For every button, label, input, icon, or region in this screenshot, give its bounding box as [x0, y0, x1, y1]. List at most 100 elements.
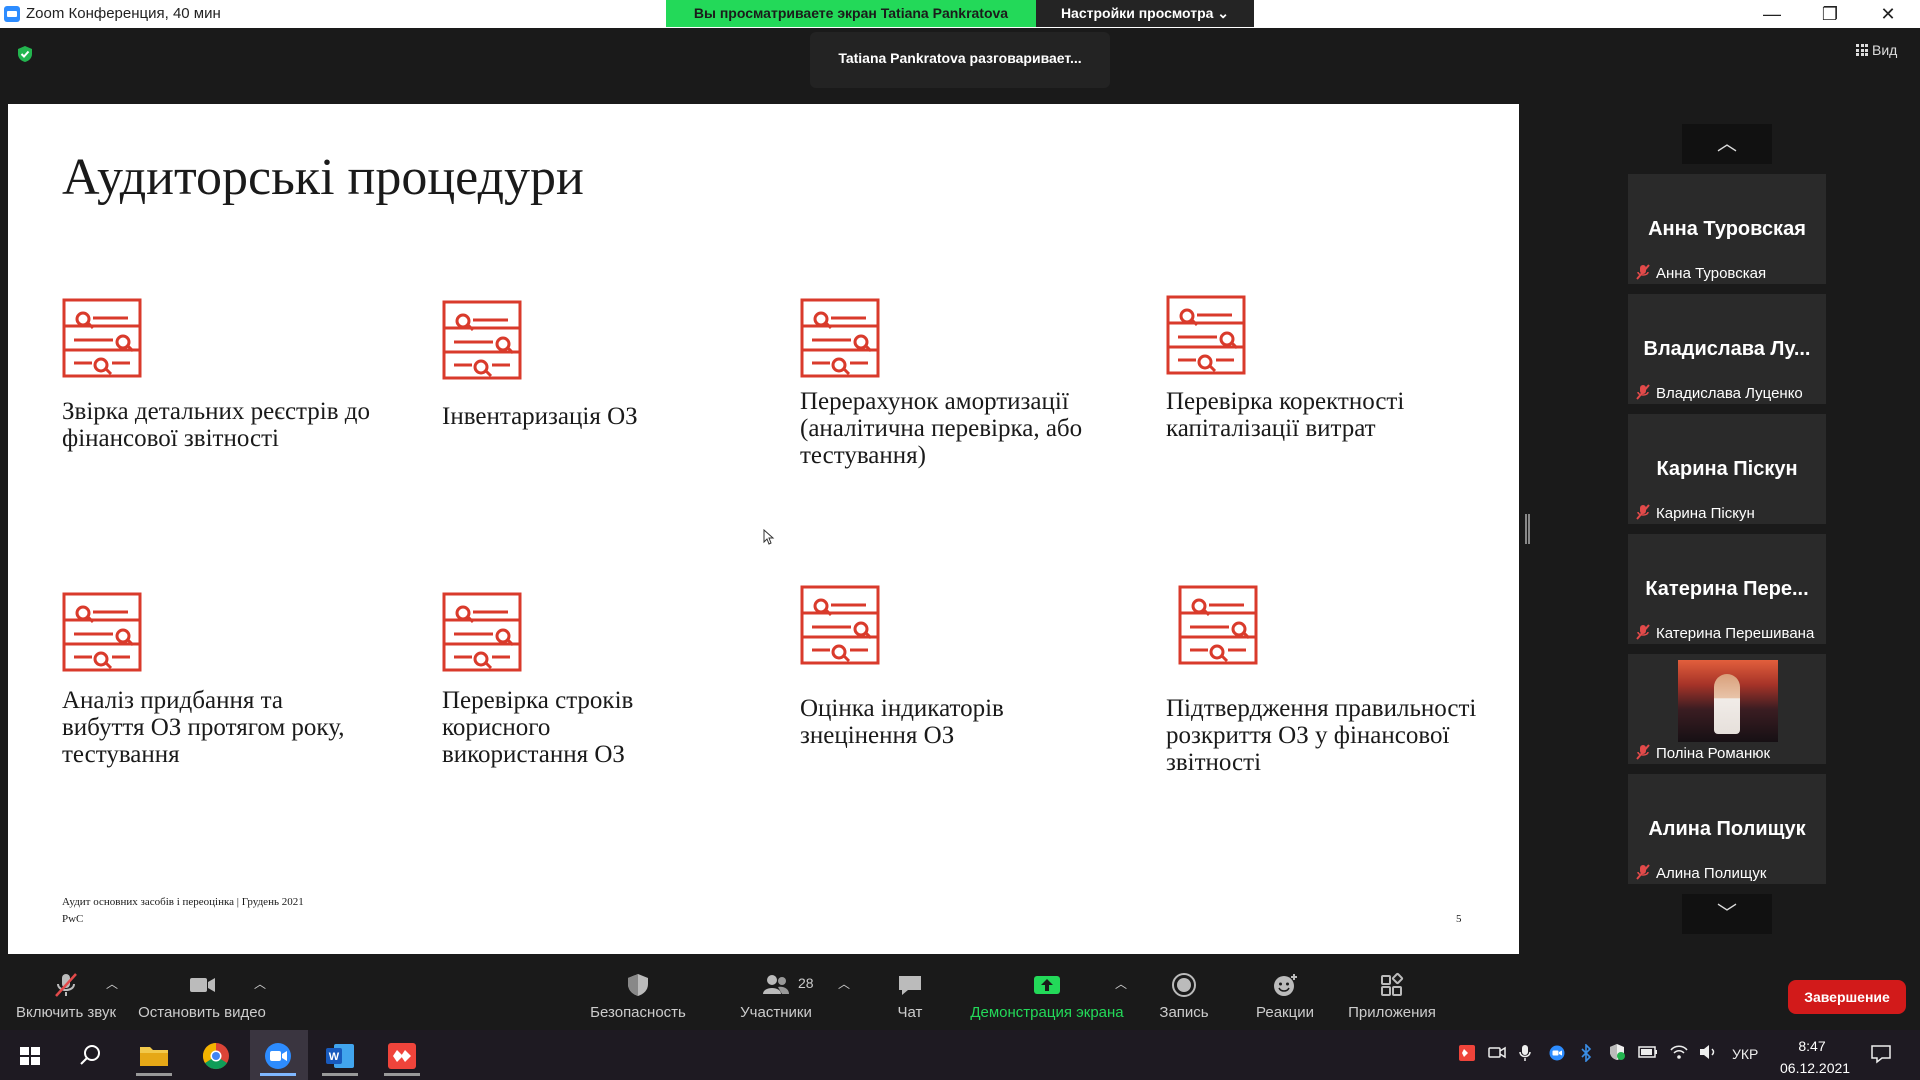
word-icon[interactable]: W	[318, 1036, 362, 1076]
reactions-label: Реакции	[1256, 1004, 1314, 1021]
chrome-icon[interactable]	[194, 1036, 238, 1076]
participant-display-name: Владислава Лу...	[1643, 338, 1811, 360]
notifications-icon[interactable]	[1870, 1044, 1892, 1064]
security-button[interactable]: Безопасность	[588, 972, 688, 1021]
panel-resize-handle[interactable]	[1525, 514, 1530, 544]
zoom-tray-icon[interactable]	[1548, 1045, 1566, 1061]
stop-video-button[interactable]: Остановить видео	[138, 972, 266, 1021]
procedure-text: Звірка детальних реєстрів до фінансової …	[62, 398, 371, 452]
anydesk-tray-icon[interactable]	[1458, 1044, 1476, 1062]
search-list-icon	[800, 585, 880, 665]
muted-mic-icon	[1636, 384, 1650, 400]
svg-text:W: W	[329, 1051, 340, 1063]
procedure-text: Підтвердження правильності розкриття ОЗ …	[1166, 695, 1477, 776]
participant-display-name: Карина Піскун	[1656, 458, 1798, 480]
procedure-text: Інвентаризація ОЗ	[442, 403, 638, 430]
record-label: Запись	[1159, 1004, 1209, 1021]
video-camera-icon	[190, 978, 215, 992]
share-options-chevron-icon[interactable]: ︿	[1115, 975, 1127, 992]
participant-display-name: Катерина Пере...	[1645, 578, 1809, 600]
zoom-taskbar-icon[interactable]	[256, 1036, 300, 1076]
share-screen-button[interactable]: Демонстрация экрана	[968, 972, 1126, 1021]
participant-name-label: Владислава Луценко	[1656, 385, 1803, 402]
search-icon[interactable]	[68, 1036, 112, 1076]
muted-mic-icon	[1636, 744, 1650, 760]
shield-icon	[628, 974, 648, 996]
muted-mic-icon	[1636, 504, 1650, 520]
participant-tile[interactable]: Владислава Лу... Владислава Луценко	[1628, 294, 1826, 404]
windows-security-tray-icon[interactable]	[1608, 1043, 1626, 1061]
stop-video-label: Остановить видео	[138, 1004, 266, 1021]
apps-button[interactable]: Приложения	[1344, 972, 1440, 1021]
chat-button[interactable]: Чат	[880, 972, 940, 1021]
procedure-text: Оцінка індикаторів знецінення ОЗ	[800, 695, 1004, 749]
view-mode-button[interactable]: Вид	[1856, 42, 1897, 58]
procedure-text: Перерахунок амортизації (аналітична пере…	[800, 388, 1083, 469]
microphone-tray-icon[interactable]	[1518, 1044, 1532, 1062]
participants-count: 28	[798, 975, 814, 991]
participant-video	[1678, 660, 1778, 742]
chat-label: Чат	[897, 1004, 923, 1021]
view-settings-button[interactable]: Настройки просмотра ⌄	[1036, 0, 1254, 27]
wifi-icon[interactable]	[1670, 1044, 1688, 1060]
speaker-icon[interactable]	[1698, 1044, 1718, 1060]
participant-tile[interactable]: Катерина Пере... Катерина Перешивана	[1628, 534, 1826, 644]
gallery-scroll-up-button[interactable]: ︿	[1682, 124, 1772, 164]
chat-bubble-icon	[899, 976, 921, 995]
participant-tile[interactable]: Поліна Романюк	[1628, 654, 1826, 764]
file-explorer-icon[interactable]	[132, 1036, 176, 1076]
input-language[interactable]: УКР	[1732, 1046, 1758, 1062]
procedure-text: Аналіз придбання та вибуття ОЗ протягом …	[62, 687, 345, 768]
slide-footer: Аудит основних засобів і переоцінка | Гр…	[62, 894, 304, 928]
anydesk-icon[interactable]	[380, 1036, 424, 1076]
security-label: Безопасность	[590, 1004, 686, 1021]
participant-tile[interactable]: Карина Піскун Карина Піскун	[1628, 414, 1826, 524]
participant-name-label: Карина Піскун	[1656, 505, 1755, 522]
participants-options-chevron-icon[interactable]: ︿	[838, 975, 850, 992]
minimize-icon[interactable]: —	[1743, 0, 1801, 28]
shared-slide: Аудиторські процедури Звірка детальних р…	[8, 104, 1519, 954]
chevron-up-icon: ︿	[1717, 133, 1737, 155]
participants-label: Участники	[740, 1004, 812, 1021]
unmute-button[interactable]: Включить звук	[12, 972, 120, 1021]
battery-icon[interactable]	[1638, 1046, 1658, 1058]
active-speaker-notice: Tatiana Pankratova разговаривает...	[810, 32, 1110, 88]
meeting-toolbar	[0, 960, 1920, 1030]
bluetooth-icon[interactable]	[1580, 1044, 1592, 1062]
procedure-text: Перевірка строків корисного використання…	[442, 687, 634, 768]
participant-display-name: Алина Полищук	[1648, 818, 1806, 840]
video-options-chevron-icon[interactable]: ︿	[254, 975, 266, 992]
participants-icon	[763, 975, 789, 994]
close-icon[interactable]: ✕	[1859, 0, 1917, 28]
grid-icon	[1856, 44, 1868, 56]
restore-icon[interactable]: ❐	[1801, 0, 1859, 28]
gallery-scroll-down-button[interactable]: ﹀	[1682, 894, 1772, 934]
audio-options-chevron-icon[interactable]: ︿	[106, 975, 118, 992]
meet-now-tray-icon[interactable]	[1488, 1045, 1506, 1061]
muted-mic-icon	[55, 973, 77, 997]
search-list-icon	[800, 298, 880, 378]
search-list-icon	[62, 592, 142, 672]
participant-tile[interactable]: Анна Туровская Анна Туровская	[1628, 174, 1826, 284]
reactions-button[interactable]: Реакции	[1250, 972, 1320, 1021]
apps-icon	[1381, 972, 1404, 996]
windows-start-icon[interactable]	[8, 1036, 52, 1076]
participant-tile[interactable]: Алина Полищук Алина Полищук	[1628, 774, 1826, 884]
end-meeting-button[interactable]: Завершение	[1788, 980, 1906, 1014]
search-list-icon	[1178, 585, 1258, 665]
view-label: Вид	[1872, 42, 1898, 58]
participant-name-label: Алина Полищук	[1656, 865, 1767, 882]
smiley-icon	[1274, 974, 1297, 996]
search-list-icon	[442, 300, 522, 380]
chevron-down-icon: ﹀	[1717, 903, 1737, 925]
security-shield-icon[interactable]	[16, 45, 34, 63]
muted-mic-icon	[1636, 624, 1650, 640]
search-list-icon	[62, 298, 142, 378]
participant-name-label: Анна Туровская	[1656, 265, 1767, 282]
record-button[interactable]: Запись	[1154, 972, 1214, 1021]
system-clock[interactable]: 8:47 06.12.2021	[1780, 1035, 1850, 1079]
slide-footer-company: PwC	[62, 913, 84, 925]
search-list-icon	[1166, 295, 1246, 375]
zoom-app-icon	[4, 6, 20, 22]
slide-page-number: 5	[1456, 913, 1462, 925]
